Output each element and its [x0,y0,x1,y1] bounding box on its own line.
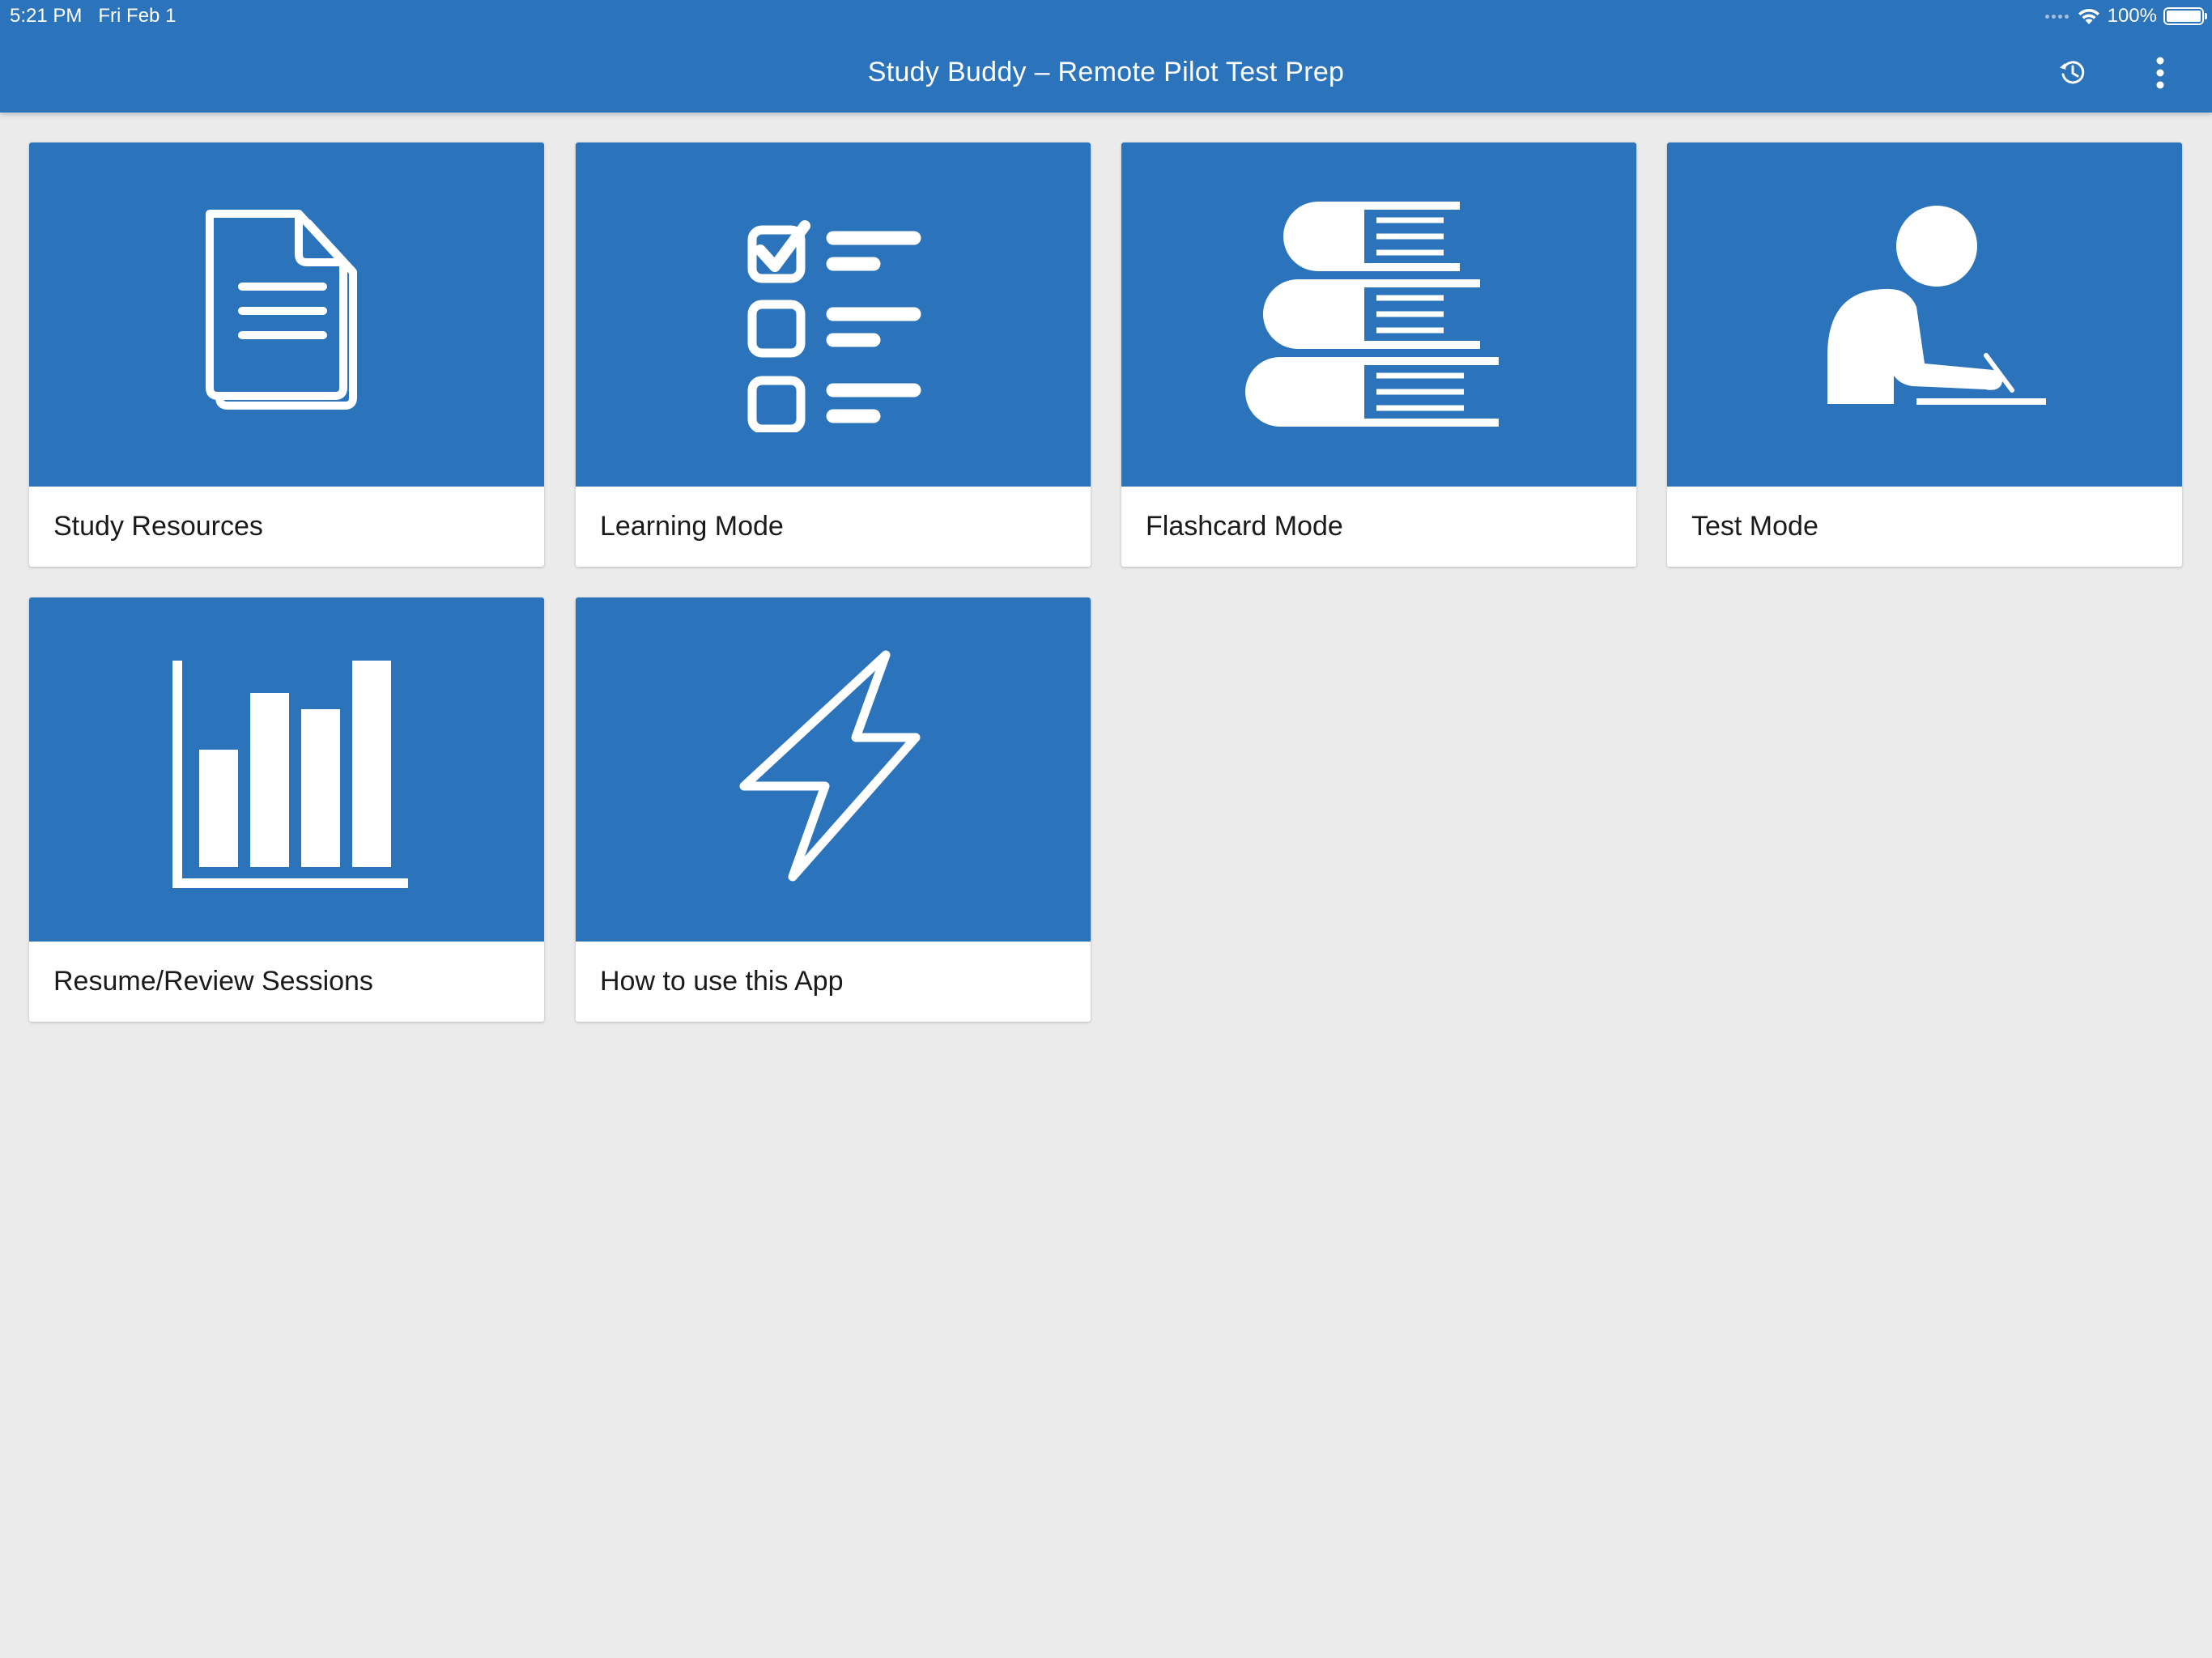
tile-learning-mode[interactable]: Learning Mode [576,142,1091,567]
status-time: 5:21 PM [10,5,83,27]
tile-label: How to use this App [600,966,844,997]
tile-test-mode[interactable]: Test Mode [1667,142,2182,567]
history-icon [2060,61,2085,84]
checklist-icon [747,219,921,432]
wifi-icon [2078,8,2099,24]
history-button[interactable] [2050,50,2095,96]
bar-chart-icon [172,660,408,888]
battery-percentage: 100% [2107,5,2157,27]
status-bar-right: 100% [2044,3,2207,29]
battery-icon [2163,7,2207,25]
tile-art [29,142,544,487]
tile-label: Flashcard Mode [1146,511,1343,542]
tile-label: Study Resources [53,511,263,542]
books-stack-icon [1245,201,1499,427]
tile-art [1667,142,2182,487]
tile-study-resources[interactable]: Study Resources [29,142,544,567]
tile-resume-review-sessions[interactable]: Resume/Review Sessions [29,597,544,1022]
tile-art [576,142,1091,487]
app-title: Study Buddy – Remote Pilot Test Prep [867,57,1345,87]
tile-label: Resume/Review Sessions [53,966,373,997]
lightning-bolt-icon [739,650,921,881]
status-bar-left: 5:21 PM Fri Feb 1 [10,3,192,29]
tile-art [29,597,544,942]
signal-dots-icon [2044,14,2069,19]
person-writing-icon [1827,205,2046,405]
document-icon [206,209,357,410]
status-date: Fri Feb 1 [98,5,177,27]
tile-art [576,597,1091,942]
app-header: 5:21 PM Fri Feb 1 100% Study Buddy – Remo… [0,0,2212,113]
more-vertical-icon [2156,57,2164,89]
tile-label: Test Mode [1691,511,1819,542]
tile-art [1121,142,1636,487]
more-options-button[interactable] [2138,50,2183,96]
tile-flashcard-mode[interactable]: Flashcard Mode [1121,142,1636,567]
tile-label: Learning Mode [600,511,784,542]
tile-how-to-use[interactable]: How to use this App [576,597,1091,1022]
